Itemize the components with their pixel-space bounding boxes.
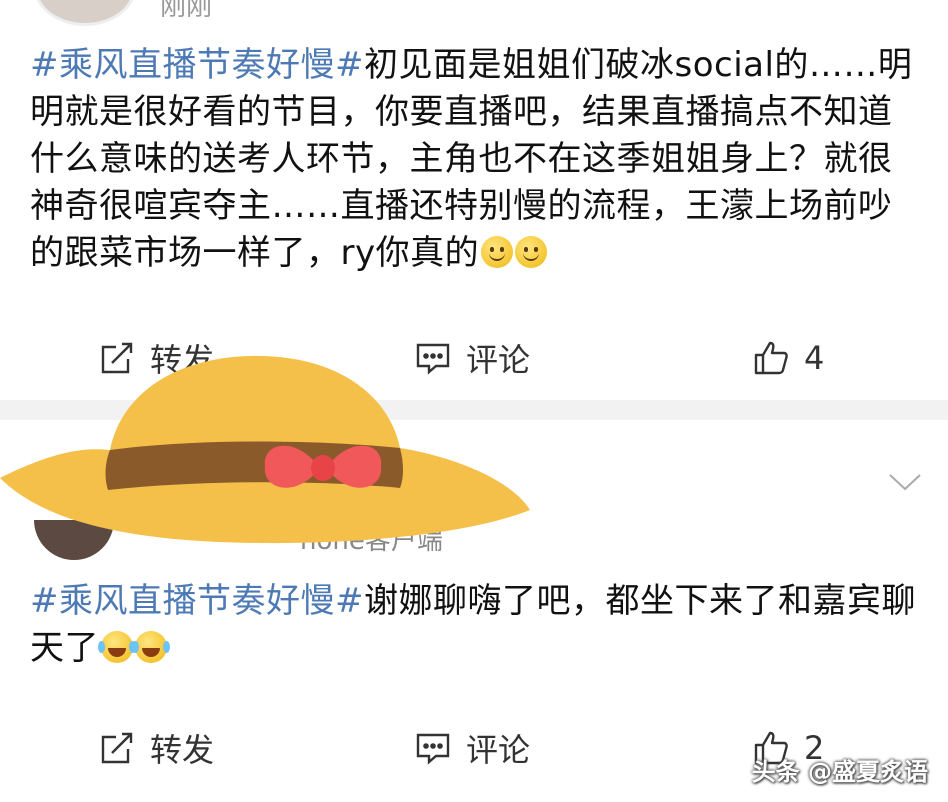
comment-icon [416,733,450,765]
laugh-cry-emoji-icon [98,631,133,663]
repost-icon [101,732,133,764]
laugh-cry-emoji-icon [132,631,167,663]
watermark: 头条 @盛夏炙语 [751,758,928,786]
thumbs-up-icon [754,341,788,375]
chevron-down-icon[interactable] [888,472,922,492]
hashtag-link[interactable]: #乘风直播节奏好慢# [30,581,364,621]
like-button[interactable]: 4 [752,328,824,388]
post-time: 刚刚 [160,0,213,22]
smile-emoji-icon [481,236,514,268]
post-content: #乘风直播节奏好慢#谢娜聊嗨了吧，都坐下来了和嘉宾聊天了 [30,578,920,672]
hashtag-link[interactable]: #乘风直播节奏好慢# [30,45,364,85]
comment-button[interactable]: 评论 [414,718,530,778]
post-content: #乘风直播节奏好慢#初见面是姐姐们破冰social的……明明就是很好看的节目，你… [30,42,920,277]
comment-label: 评论 [466,731,531,769]
avatar[interactable] [34,0,136,26]
repost-label: 转发 [150,731,215,769]
repost-button[interactable]: 转发 [98,718,214,778]
smile-emoji-icon [515,236,548,268]
like-count: 4 [804,339,825,377]
straw-hat-sticker [0,355,530,544]
